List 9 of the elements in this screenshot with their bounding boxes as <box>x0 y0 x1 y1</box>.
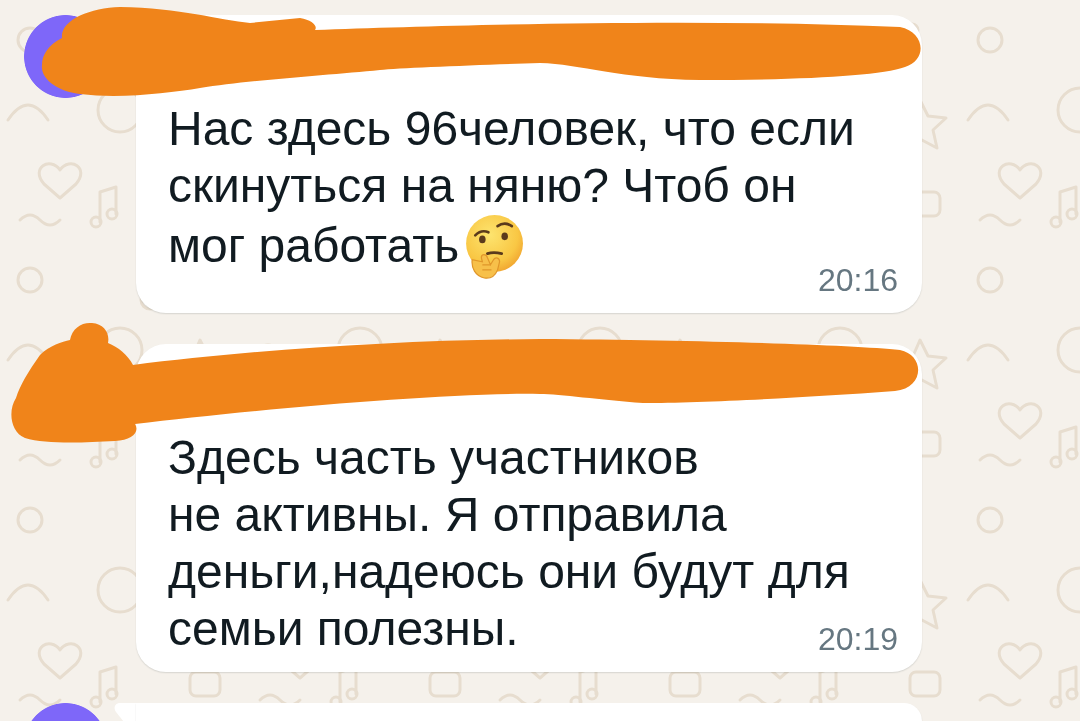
message-text: Нас здесь 96человек, что если <box>168 102 855 155</box>
message-text: не активны. Я отправила <box>168 488 727 541</box>
message-text: деньги,надеюсь они будут для <box>168 545 850 598</box>
message-text: мог работать <box>168 219 460 272</box>
message-text: Здесь часть участников <box>168 431 699 484</box>
message-text: скинуться на няню? Чтоб он <box>168 159 797 212</box>
message-text: семьи полезны. <box>168 602 519 655</box>
message-time: 20:19 <box>817 621 898 657</box>
message-time: 20:16 <box>817 262 898 298</box>
